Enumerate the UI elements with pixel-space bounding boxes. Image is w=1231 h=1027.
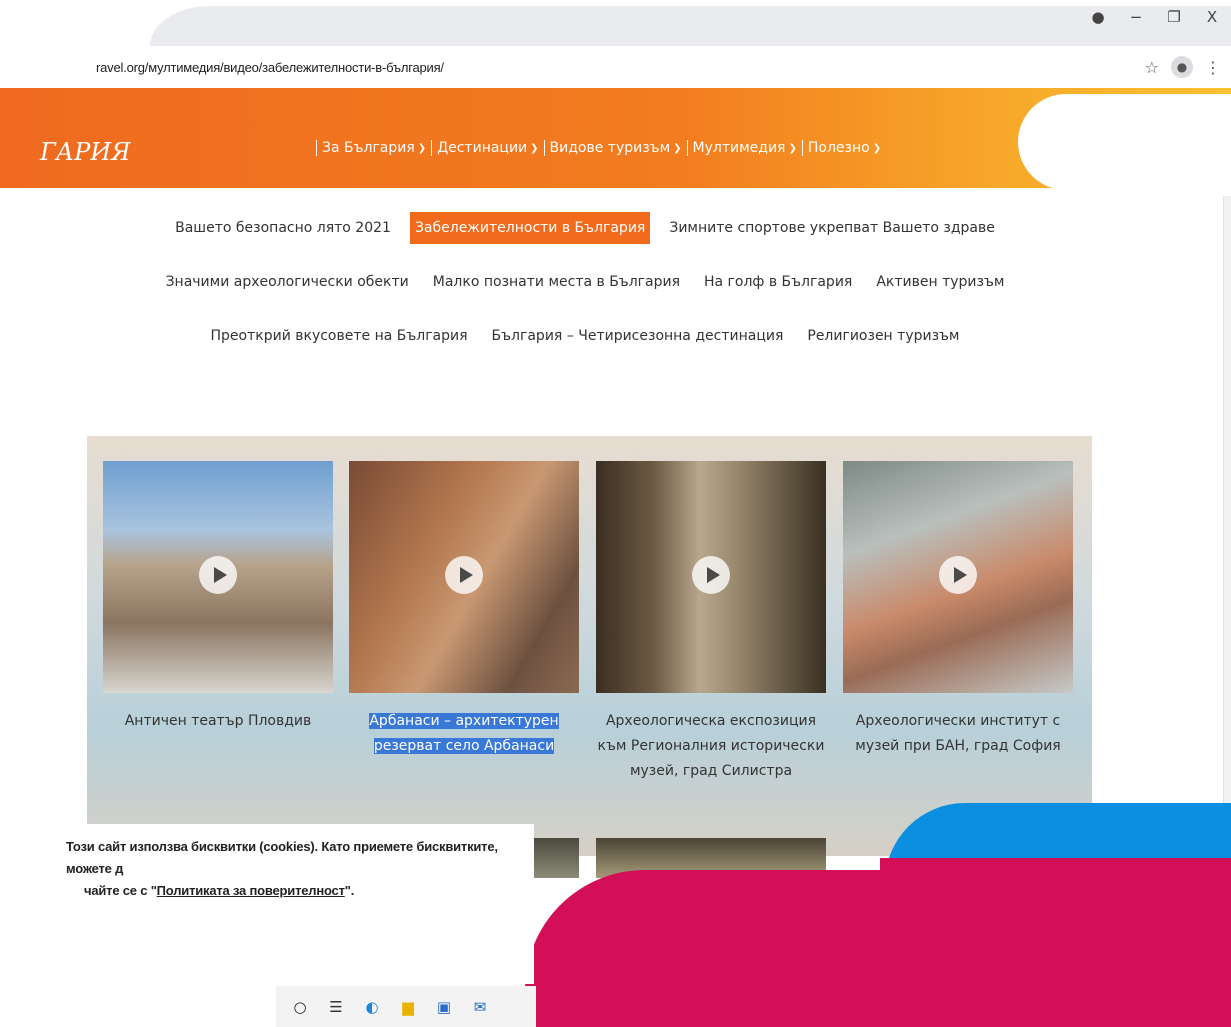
extension-icon[interactable]: ●: [1079, 8, 1117, 26]
chevron-down-icon: ❯: [530, 142, 539, 154]
decorative-magenta-overlay: [525, 870, 1231, 1027]
subnav-item[interactable]: Вашето безопасно лято 2021: [170, 212, 396, 244]
play-icon[interactable]: [199, 556, 237, 594]
nav-label: Видове туризъм: [549, 140, 671, 156]
subnav-item[interactable]: Зимните спортове укрепват Вашето здраве: [664, 212, 1000, 244]
video-thumbnail[interactable]: [103, 461, 333, 693]
play-icon[interactable]: [692, 556, 730, 594]
nav-item-destinations[interactable]: Дестинации ❯: [431, 140, 543, 156]
selected-text: резерват село Арбанаси: [373, 738, 555, 754]
subnav-row: Значими археологически обекти Малко позн…: [0, 266, 1170, 298]
video-thumbnail[interactable]: [596, 461, 826, 693]
caption-line: резерват село Арбанаси: [349, 734, 579, 759]
address-bar[interactable]: ravel.org/мултимедия/видео/забележително…: [0, 46, 1231, 88]
cookie-line: чайте се с "Политиката за поверителност"…: [84, 883, 355, 898]
maximize-button[interactable]: ❐: [1155, 8, 1193, 26]
caption-line: Археологически институт с: [855, 713, 1061, 729]
window-controls: ● − ❐ X: [1079, 8, 1231, 26]
os-taskbar: ○ ☰ ◐ ▆ ▣ ✉: [276, 986, 536, 1027]
video-card[interactable]: Археологически институт с музей при БАН,…: [843, 461, 1073, 759]
minimize-button[interactable]: −: [1117, 8, 1155, 26]
main-navigation: За България ❯ Дестинации ❯ Видове туризъм ❯…: [316, 140, 886, 156]
nav-label: Мултимедия: [692, 140, 786, 156]
caption-line: Античен театър Пловдив: [124, 713, 312, 729]
edge-browser-icon[interactable]: ◐: [362, 997, 382, 1017]
subnav-item[interactable]: Активен туризъм: [871, 266, 1009, 298]
url-text[interactable]: ravel.org/мултимедия/видео/забележително…: [96, 60, 444, 75]
caption-line: Арбанаси – архитектурен: [349, 709, 579, 734]
star-icon[interactable]: ☆: [1145, 58, 1159, 77]
address-bar-actions: ☆ ● ⋮: [1145, 56, 1221, 78]
privacy-policy-link[interactable]: Политиката за поверителност: [157, 883, 345, 898]
caption-line: Археологическа експозиция: [605, 713, 817, 729]
logo-tagline: крий и сподели: [14, 188, 89, 198]
search-circle-icon[interactable]: ○: [290, 997, 310, 1017]
nav-label: За България: [322, 140, 415, 156]
subnav-row: Преоткрий вкусовете на България България…: [0, 320, 1170, 352]
person-icon[interactable]: ●: [1171, 56, 1193, 78]
menu-icon[interactable]: ⋮: [1205, 58, 1221, 77]
video-caption[interactable]: Археологическа експозиция към Регионални…: [596, 709, 826, 784]
subnav-row: Вашето безопасно лято 2021 Забележително…: [0, 212, 1170, 244]
page-scrollbar[interactable]: [1223, 196, 1231, 836]
subnav-item[interactable]: Религиозен туризъм: [802, 320, 964, 352]
video-card[interactable]: Античен театър Пловдив: [103, 461, 333, 734]
subnav-item[interactable]: Значими археологически обекти: [161, 266, 414, 298]
selected-text: Арбанаси – архитектурен: [369, 713, 559, 729]
play-icon[interactable]: [939, 556, 977, 594]
task-view-icon[interactable]: ☰: [326, 997, 346, 1017]
nav-label: Полезно: [807, 140, 870, 156]
nav-item-about-bulgaria[interactable]: За България ❯: [316, 140, 431, 156]
file-explorer-icon[interactable]: ▆: [398, 997, 418, 1017]
chevron-down-icon: ❯: [417, 142, 427, 154]
play-icon[interactable]: [445, 556, 483, 594]
subnav-item[interactable]: България – Четирисезонна дестинация: [487, 320, 789, 352]
video-caption[interactable]: Античен театър Пловдив: [103, 709, 333, 734]
cookie-line: Този сайт използва бисквитки (cookies). …: [66, 839, 498, 876]
cookie-notice-text: Този сайт използва бисквитки (cookies). …: [66, 836, 536, 902]
close-button[interactable]: X: [1193, 8, 1231, 26]
subnav-item[interactable]: Малко познати места в България: [428, 266, 685, 298]
subnav-item[interactable]: На голф в България: [699, 266, 857, 298]
chevron-down-icon: ❯: [673, 142, 682, 154]
nav-label: Дестинации: [437, 140, 528, 156]
video-card[interactable]: Археологическа експозиция към Регионални…: [596, 461, 826, 784]
caption-line: музей при БАН, град София: [855, 738, 1061, 754]
chevron-down-icon: ❯: [788, 142, 797, 154]
decorative-white-overlay: [1018, 94, 1231, 190]
nav-item-useful[interactable]: Полезно ❯: [801, 140, 886, 156]
video-card[interactable]: Арбанаси – архитектурен резерват село Ар…: [349, 461, 579, 759]
store-icon[interactable]: ▣: [434, 997, 454, 1017]
site-logo[interactable]: ГАРИЯ: [40, 138, 131, 166]
video-thumbnail[interactable]: [349, 461, 579, 693]
video-gallery: Античен театър Пловдив Арбанаси – архите…: [87, 436, 1092, 878]
video-caption[interactable]: Арбанаси – архитектурен резерват село Ар…: [349, 709, 579, 759]
nav-item-multimedia[interactable]: Мултимедия ❯: [686, 140, 802, 156]
subnav-item-active[interactable]: Забележителности в България: [409, 212, 651, 244]
chevron-down-icon: ❯: [872, 142, 882, 154]
video-thumbnail[interactable]: [843, 461, 1073, 693]
subnav-item[interactable]: Преоткрий вкусовете на България: [206, 320, 473, 352]
nav-item-tourism-types[interactable]: Видове туризъм ❯: [543, 140, 687, 156]
video-caption[interactable]: Археологически институт с музей при БАН,…: [843, 709, 1073, 759]
caption-line: към Регионалния исторически: [597, 738, 825, 754]
caption-line: музей, град Силистра: [629, 763, 793, 779]
mail-icon[interactable]: ✉: [470, 997, 490, 1017]
